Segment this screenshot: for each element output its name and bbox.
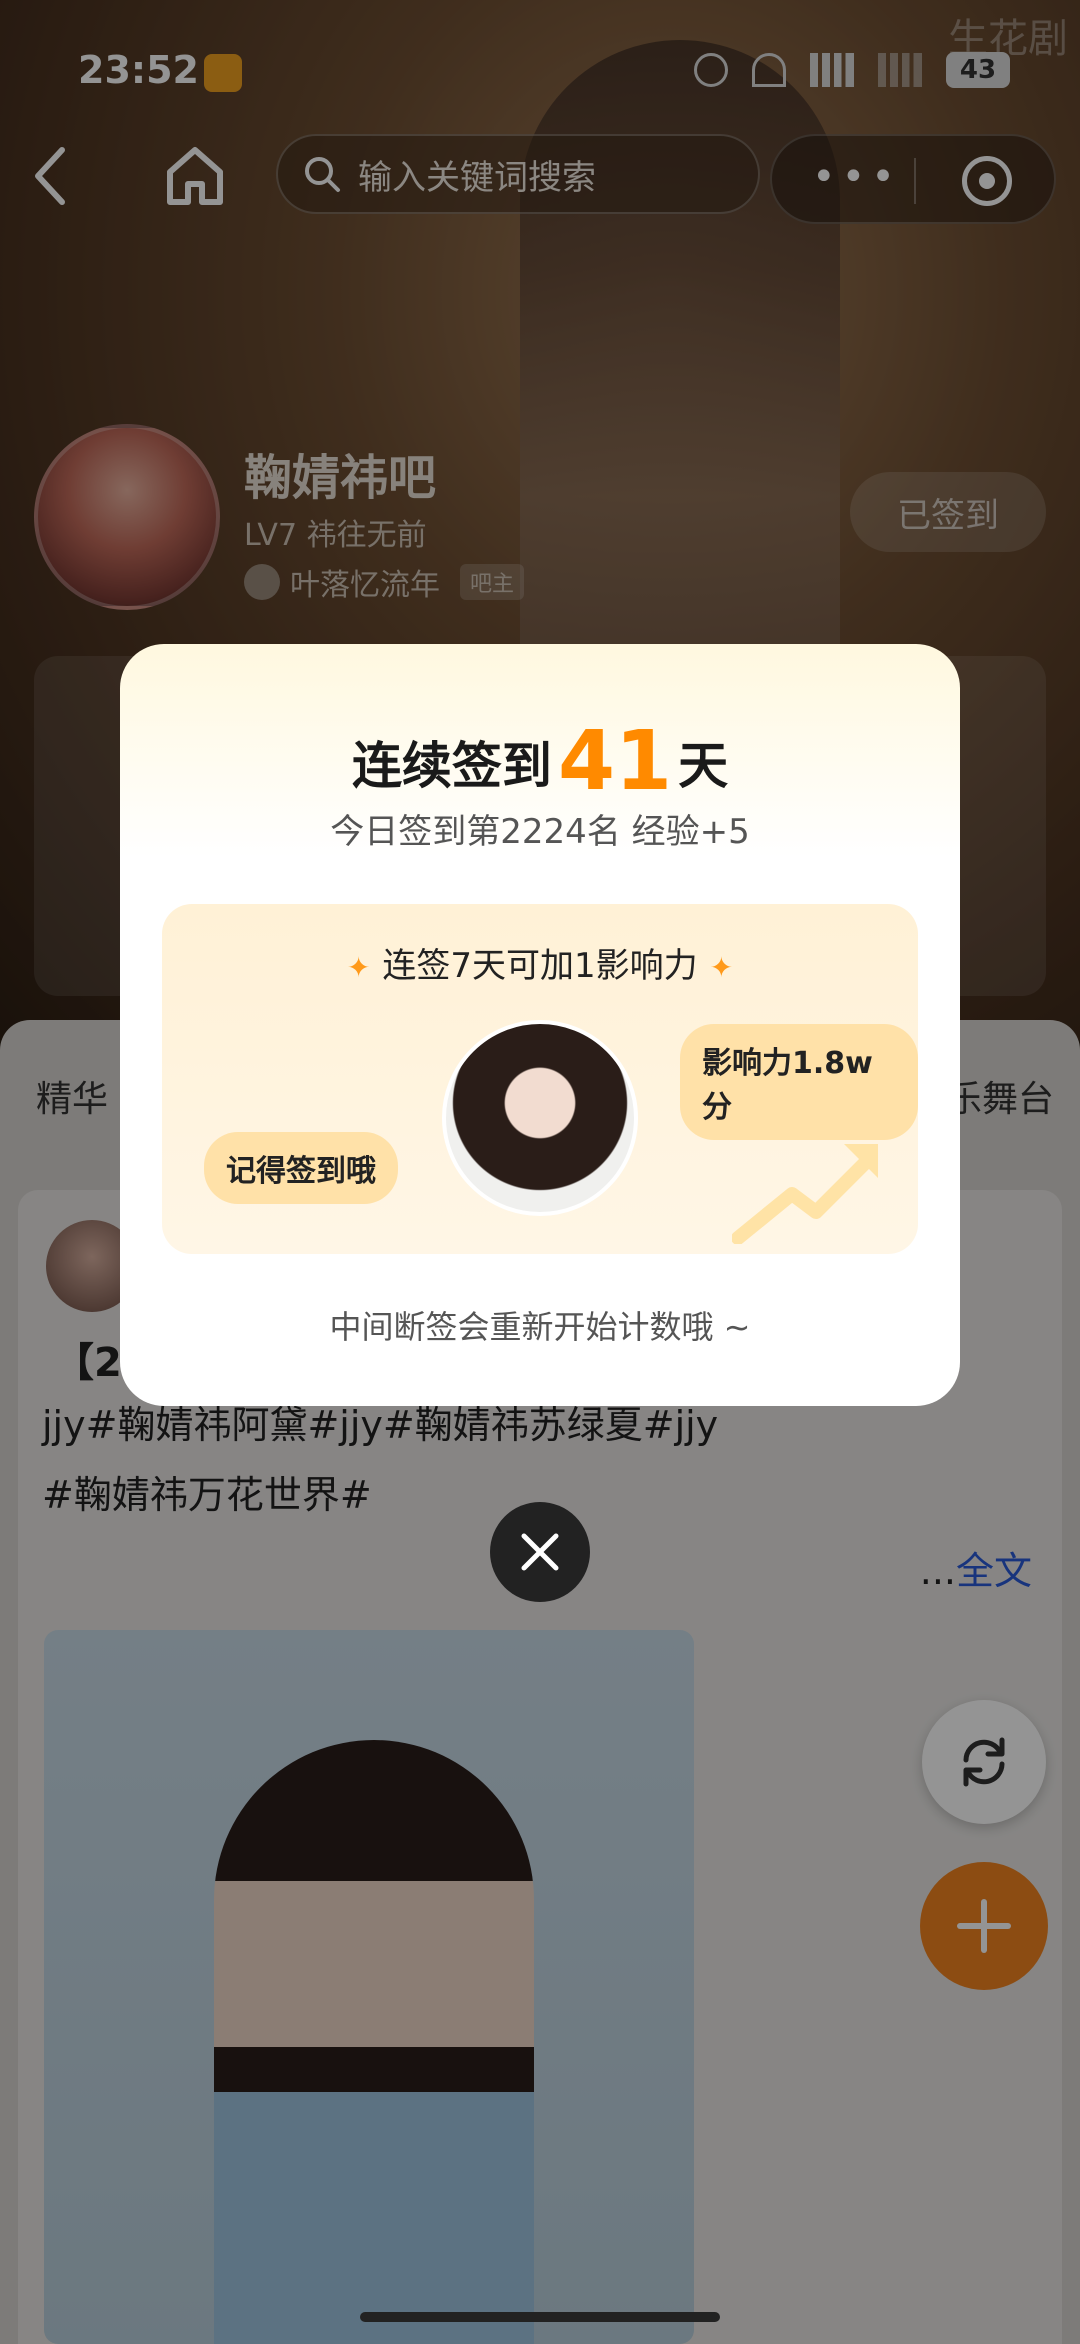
reward-panel: ✦ 连签7天可加1影响力 ✦ 记得签到哦 影响力1.8w分 <box>162 904 918 1254</box>
sparkle-left-icon: ✦ <box>346 951 371 984</box>
reminder-bubble: 记得签到哦 <box>204 1132 398 1204</box>
streak-days: 41 <box>557 714 673 809</box>
reward-title-text: 连签7天可加1影响力 <box>382 946 698 986</box>
streak-title-prefix: 连续签到 <box>351 737 552 795</box>
sign-in-rank: 今日签到第2224名 经验+5 <box>330 812 750 852</box>
streak-title-suffix: 天 <box>678 737 729 795</box>
trend-up-icon <box>732 1144 878 1244</box>
sign-in-modal: 连续签到41 天 今日签到第2224名 经验+5 ✦ 连签7天可加1影响力 ✦ 记得签… <box>120 644 960 1406</box>
reward-title: ✦ 连签7天可加1影响力 ✦ <box>162 938 918 987</box>
influence-bubble: 影响力1.8w分 <box>680 1024 918 1140</box>
close-modal-button[interactable] <box>490 1502 590 1602</box>
close-icon <box>521 1533 559 1571</box>
home-indicator <box>360 2312 720 2322</box>
user-avatar <box>442 1020 638 1216</box>
streak-title: 连续签到41 天 <box>120 714 960 809</box>
reset-note: 中间断签会重新开始计数哦 ~ <box>329 1308 751 1346</box>
sparkle-right-icon: ✦ <box>709 951 734 984</box>
